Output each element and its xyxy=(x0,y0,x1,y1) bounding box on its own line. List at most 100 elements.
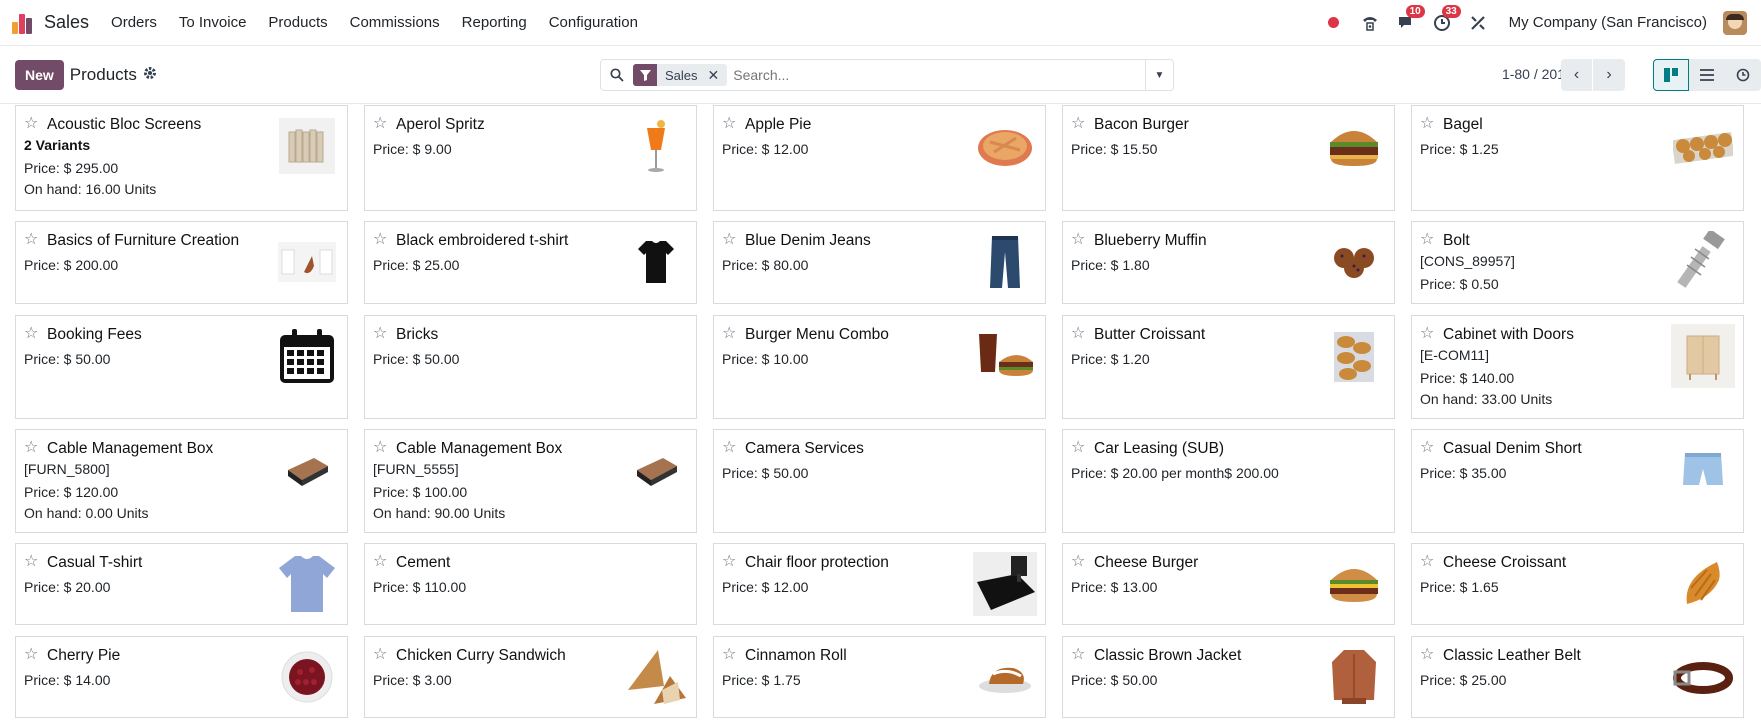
favorite-star-icon[interactable]: ☆ xyxy=(24,439,38,457)
favorite-star-icon[interactable]: ☆ xyxy=(373,231,387,249)
search-input[interactable] xyxy=(733,67,1145,83)
product-name: Apple Pie xyxy=(745,116,812,133)
user-avatar[interactable] xyxy=(1723,10,1747,35)
product-name: Classic Leather Belt xyxy=(1443,646,1581,664)
product-card[interactable]: ☆ Classic Brown Jacket Price: $ 50.00 xyxy=(1062,635,1395,718)
favorite-star-icon[interactable]: ☆ xyxy=(1420,325,1434,343)
favorite-star-icon[interactable]: ☆ xyxy=(722,553,736,571)
menu-reporting[interactable]: Reporting xyxy=(462,14,527,31)
product-name: Classic Brown Jacket xyxy=(1094,646,1242,664)
favorite-star-icon[interactable]: ☆ xyxy=(373,115,387,133)
favorite-star-icon[interactable]: ☆ xyxy=(1071,646,1085,664)
pager-next-button[interactable]: › xyxy=(1593,59,1625,91)
product-card[interactable]: ☆ Acoustic Bloc Screens 2 Variants Price: $… xyxy=(15,105,348,211)
product-card[interactable]: ☆ Apple Pie Price: $ 12.00 xyxy=(713,105,1046,211)
new-button[interactable]: New xyxy=(15,59,64,90)
product-card[interactable]: ☆ Cherry Pie Price: $ 14.00 xyxy=(15,635,348,718)
favorite-star-icon[interactable]: ☆ xyxy=(24,231,38,249)
jeans-image xyxy=(973,230,1037,294)
favorite-star-icon[interactable]: ☆ xyxy=(24,325,38,343)
product-card[interactable]: ☆ Chair floor protection Price: $ 12.00 xyxy=(713,543,1046,626)
favorite-star-icon[interactable]: ☆ xyxy=(1420,231,1434,249)
company-switcher[interactable]: My Company (San Francisco) xyxy=(1509,14,1707,31)
favorite-star-icon[interactable]: ☆ xyxy=(1071,439,1085,457)
product-card[interactable]: ☆ Bagel Price: $ 1.25 xyxy=(1411,105,1744,211)
favorite-star-icon[interactable]: ☆ xyxy=(373,325,387,343)
product-card[interactable]: ☆ Bricks Price: $ 50.00 xyxy=(364,314,697,419)
favorite-star-icon[interactable]: ☆ xyxy=(373,439,387,457)
favorite-star-icon[interactable]: ☆ xyxy=(24,115,38,133)
product-card[interactable]: ☆ Cheese Croissant Price: $ 1.65 xyxy=(1411,543,1744,626)
sales-app-icon[interactable] xyxy=(12,12,34,34)
recording-dot-icon[interactable] xyxy=(1323,12,1345,34)
favorite-star-icon[interactable]: ☆ xyxy=(722,231,736,249)
systray: 10 33 My Company (San Francisco) xyxy=(1323,4,1747,35)
favorite-star-icon[interactable]: ☆ xyxy=(373,553,387,571)
product-card[interactable]: ☆ Casual T-shirt Price: $ 20.00 xyxy=(15,543,348,626)
product-card[interactable]: ☆ Basics of Furniture Creation Price: $ 20… xyxy=(15,221,348,305)
product-name: Car Leasing (SUB) xyxy=(1094,439,1225,457)
product-card[interactable]: ☆ Cement Price: $ 110.00 xyxy=(364,543,697,626)
product-price: Price: $ 50.00 xyxy=(373,350,460,367)
product-card[interactable]: ☆ Cinnamon Roll Price: $ 1.75 xyxy=(713,635,1046,718)
product-card[interactable]: ☆ Classic Leather Belt Price: $ 25.00 xyxy=(1411,635,1744,718)
menu-to-invoice[interactable]: To Invoice xyxy=(179,14,247,31)
product-card[interactable]: ☆ Cable Management Box [FURN_5800] Price: $… xyxy=(15,428,348,533)
favorite-star-icon[interactable]: ☆ xyxy=(722,325,736,343)
list-view-button[interactable] xyxy=(1689,59,1725,91)
favorite-star-icon[interactable]: ☆ xyxy=(722,115,736,133)
menu-products[interactable]: Products xyxy=(268,14,327,31)
search-options-toggle[interactable]: ▼ xyxy=(1145,60,1173,90)
favorite-star-icon[interactable]: ☆ xyxy=(1071,553,1085,571)
favorite-star-icon[interactable]: ☆ xyxy=(373,646,387,664)
tools-icon[interactable] xyxy=(1467,12,1489,34)
favorite-star-icon[interactable]: ☆ xyxy=(24,553,38,571)
product-card[interactable]: ☆ Car Leasing (SUB) Price: $ 20.00 per mon… xyxy=(1062,428,1395,533)
menu-configuration[interactable]: Configuration xyxy=(549,14,638,31)
product-card[interactable]: ☆ Casual Denim Short Price: $ 35.00 xyxy=(1411,428,1744,533)
product-card[interactable]: ☆ Camera Services Price: $ 50.00 xyxy=(713,428,1046,533)
product-card[interactable]: ☆ Black embroidered t-shirt Price: $ 25.00 xyxy=(364,221,697,305)
menu-commissions[interactable]: Commissions xyxy=(350,14,440,31)
kanban-view-button[interactable] xyxy=(1653,59,1689,91)
product-card[interactable]: ☆ Cable Management Box [FURN_5555] Price: $… xyxy=(364,428,697,533)
filter-icon xyxy=(633,64,657,86)
croissant-box-image xyxy=(1322,324,1386,388)
product-card[interactable]: ☆ Bacon Burger Price: $ 15.50 xyxy=(1062,105,1395,211)
favorite-star-icon[interactable]: ☆ xyxy=(1420,646,1434,664)
favorite-star-icon[interactable]: ☆ xyxy=(722,646,736,664)
remove-facet-icon[interactable]: ✕ xyxy=(706,64,728,86)
search-icon[interactable] xyxy=(601,68,633,82)
product-card[interactable]: ☆ Butter Croissant Price: $ 1.20 xyxy=(1062,314,1395,419)
product-card[interactable]: ☆ Bolt [CONS_89957] Price: $ 0.50 xyxy=(1411,221,1744,305)
favorite-star-icon[interactable]: ☆ xyxy=(1420,553,1434,571)
product-card[interactable]: ☆ Cabinet with Doors [E-COM11] Price: $ 140… xyxy=(1411,314,1744,419)
chat-icon[interactable]: 10 xyxy=(1395,4,1425,34)
product-card[interactable]: ☆ Burger Menu Combo Price: $ 10.00 xyxy=(713,314,1046,419)
pager-previous-button[interactable]: ‹ xyxy=(1561,59,1593,91)
favorite-star-icon[interactable]: ☆ xyxy=(1420,115,1434,133)
favorite-star-icon[interactable]: ☆ xyxy=(722,439,736,457)
product-card[interactable]: ☆ Cheese Burger Price: $ 13.00 xyxy=(1062,543,1395,626)
product-card[interactable]: ☆ Booking Fees Price: $ 50.00 xyxy=(15,314,348,419)
favorite-star-icon[interactable]: ☆ xyxy=(1420,439,1434,457)
pager-value[interactable]: 1-80 / 201 xyxy=(1502,66,1565,82)
menu-orders[interactable]: Orders xyxy=(111,14,157,31)
activity-view-button[interactable] xyxy=(1725,59,1761,91)
favorite-star-icon[interactable]: ☆ xyxy=(1071,231,1085,249)
gear-icon[interactable] xyxy=(143,66,157,83)
favorite-star-icon[interactable]: ☆ xyxy=(24,646,38,664)
product-card[interactable]: ☆ Aperol Spritz Price: $ 9.00 xyxy=(364,105,697,211)
calendar-image xyxy=(275,324,339,388)
product-card[interactable]: ☆ Blue Denim Jeans Price: $ 80.00 xyxy=(713,221,1046,305)
phone-icon[interactable] xyxy=(1359,12,1381,34)
product-card[interactable]: ☆ Chicken Curry Sandwich Price: $ 3.00 xyxy=(364,635,697,718)
favorite-star-icon[interactable]: ☆ xyxy=(1071,325,1085,343)
activity-clock-icon[interactable]: 33 xyxy=(1431,4,1461,34)
chat-badge: 10 xyxy=(1405,4,1425,18)
favorite-star-icon[interactable]: ☆ xyxy=(1071,115,1085,133)
app-brand[interactable]: Sales xyxy=(44,12,89,33)
floor-mat-image xyxy=(973,552,1037,617)
croissant-image xyxy=(1671,552,1735,616)
product-card[interactable]: ☆ Blueberry Muffin Price: $ 1.80 xyxy=(1062,221,1395,305)
